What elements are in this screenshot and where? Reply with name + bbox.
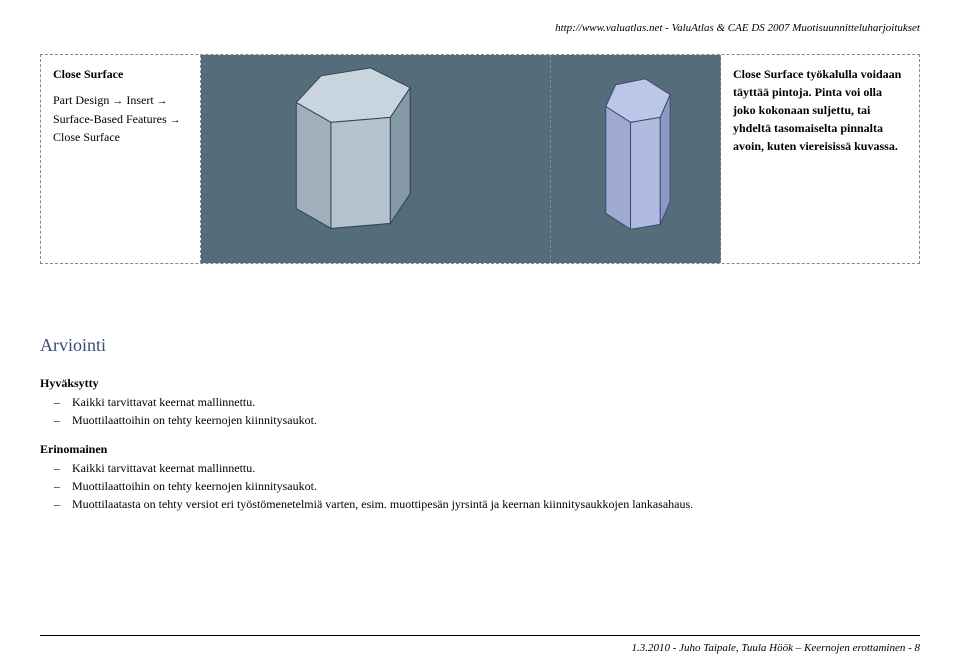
list-item: Kaikki tarvittavat keernat mallinnettu. bbox=[72, 461, 693, 476]
hyvaksytty-list: Kaikki tarvittavat keernat mallinnettu. … bbox=[72, 395, 317, 428]
command-cell: Close Surface Part Design → Insert → Sur… bbox=[41, 55, 201, 263]
hyvaksytty-label: Hyväksytty bbox=[40, 376, 317, 391]
path-seg3: Surface-Based Features bbox=[53, 112, 170, 126]
arrow-icon: → bbox=[157, 95, 168, 107]
erinomainen-block: Erinomainen Kaikki tarvittavat keernat m… bbox=[40, 442, 693, 515]
path-seg1: Part Design bbox=[53, 93, 112, 107]
arrow-icon: → bbox=[112, 95, 123, 107]
section-heading-arviointi: Arviointi bbox=[40, 335, 106, 356]
footer-divider bbox=[40, 635, 920, 636]
path-seg2: Insert bbox=[123, 93, 156, 107]
command-path: Part Design → Insert → Surface-Based Fea… bbox=[53, 91, 188, 146]
hyvaksytty-block: Hyväksytty Kaikki tarvittavat keernat ma… bbox=[40, 376, 317, 431]
hex-prism-right bbox=[551, 55, 720, 263]
list-item: Muottilaattoihin on tehty keernojen kiin… bbox=[72, 413, 317, 428]
erinomainen-list: Kaikki tarvittavat keernat mallinnettu. … bbox=[72, 461, 693, 512]
erinomainen-label: Erinomainen bbox=[40, 442, 693, 457]
list-item: Kaikki tarvittavat keernat mallinnettu. bbox=[72, 395, 317, 410]
description-cell: Close Surface työkalulla voidaan täyttää… bbox=[721, 55, 919, 263]
hex-prism-left bbox=[201, 55, 550, 263]
image-cell-2 bbox=[551, 55, 721, 263]
list-item: Muottilaatasta on tehty versiot eri työs… bbox=[72, 497, 693, 512]
list-item: Muottilaattoihin on tehty keernojen kiin… bbox=[72, 479, 693, 494]
path-seg4: Close Surface bbox=[53, 130, 120, 144]
command-title: Close Surface bbox=[53, 65, 188, 83]
header-url: http://www.valuatlas.net - ValuAtlas & C… bbox=[555, 22, 920, 34]
footer-text: 1.3.2010 - Juho Taipale, Tuula Höök – Ke… bbox=[631, 642, 920, 654]
arrow-icon: → bbox=[170, 114, 181, 126]
image-cell-1 bbox=[201, 55, 551, 263]
instruction-box: Close Surface Part Design → Insert → Sur… bbox=[40, 54, 920, 264]
